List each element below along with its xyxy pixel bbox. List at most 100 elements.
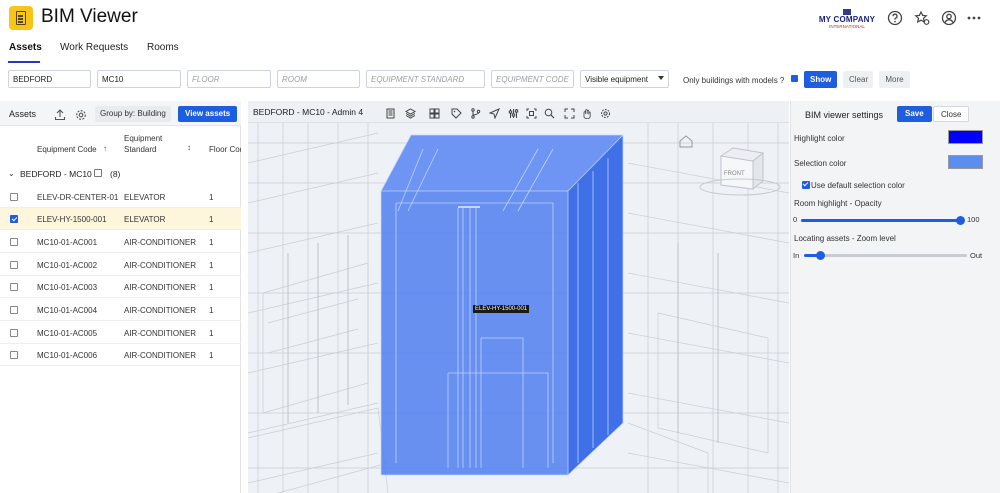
export-icon[interactable]: [54, 108, 66, 121]
clear-button[interactable]: Clear: [843, 71, 873, 88]
group-label: BEDFORD - MC10: [20, 169, 92, 179]
only-buildings-checkbox[interactable]: [791, 75, 798, 82]
zoom-slider-track[interactable]: [804, 254, 967, 257]
sort-ascending-icon[interactable]: ↑: [103, 144, 107, 153]
grid-icon[interactable]: [429, 106, 440, 119]
pan-icon[interactable]: [581, 106, 592, 119]
more-button[interactable]: More: [879, 71, 910, 88]
group-row-bedford-mc10[interactable]: ⌄ BEDFORD - MC10 (8): [0, 165, 241, 183]
selection-color-swatch[interactable]: [948, 155, 983, 169]
zoom-slider-handle[interactable]: [816, 251, 826, 260]
zoom-level-label: Locating assets - Zoom level: [794, 234, 896, 243]
active-tab-indicator: [8, 61, 40, 63]
group-count: (8): [110, 169, 121, 179]
model-canvas[interactable]: FRONT ELEV-HY-1500-001: [248, 123, 789, 493]
row-checkbox[interactable]: [10, 215, 18, 223]
table-row[interactable]: ELEV-HY-1500-001 ELEVATOR 1: [0, 208, 241, 230]
table-row[interactable]: ELEV-DR-CENTER-01 ELEVATOR 1: [0, 186, 241, 208]
col-floor-code[interactable]: Floor Cod: [209, 145, 241, 155]
table-row[interactable]: MC10-01-AC002 AIR-CONDITIONER 1: [0, 254, 241, 276]
fullscreen-icon[interactable]: [564, 106, 575, 119]
equipment-standard-cell: AIR-CONDITIONER: [124, 261, 196, 270]
floor-cell: 1: [209, 306, 214, 315]
col-equipment-standard-line2[interactable]: Standard: [124, 145, 156, 155]
group-checkbox[interactable]: [94, 169, 102, 177]
table-row[interactable]: MC10-01-AC006 AIR-CONDITIONER 1: [0, 344, 241, 366]
bim-viewer-settings-panel: BIM viewer settings Save Close Highlight…: [790, 101, 1000, 493]
floor-code-field[interactable]: MC10: [97, 70, 181, 88]
viewer-settings-icon[interactable]: [600, 106, 611, 118]
settings-icon[interactable]: [75, 108, 87, 120]
row-checkbox[interactable]: [10, 306, 18, 314]
branch-icon[interactable]: [470, 106, 481, 119]
table-row[interactable]: MC10-01-AC005 AIR-CONDITIONER 1: [0, 322, 241, 344]
row-checkbox[interactable]: [10, 261, 18, 269]
navigate-icon[interactable]: [488, 106, 500, 120]
selected-asset-label: ELEV-HY-1500-001: [473, 305, 530, 313]
show-button[interactable]: Show: [804, 71, 837, 88]
chevron-down-icon: [658, 76, 664, 80]
assets-panel-title: Assets: [9, 109, 37, 119]
floor-cell: 1: [209, 215, 214, 224]
zoom-icon[interactable]: [544, 106, 555, 119]
opacity-slider-fill: [801, 219, 960, 222]
visibility-select[interactable]: Visible equipment: [580, 70, 669, 88]
assets-panel: Assets Group by: Building View assets Eq…: [0, 101, 241, 493]
row-checkbox[interactable]: [10, 193, 18, 201]
app-logo-icon: [9, 6, 33, 30]
tab-rooms[interactable]: Rooms: [147, 42, 179, 53]
equipment-code-cell: MC10-01-AC005: [37, 329, 98, 338]
chevron-down-icon[interactable]: ⌄: [8, 169, 15, 178]
opacity-slider-handle[interactable]: [956, 216, 965, 225]
company-subtitle: INTERNATIONAL: [829, 24, 865, 29]
only-buildings-label: Only buildings with models ?: [683, 76, 785, 85]
equipment-standard-cell: AIR-CONDITIONER: [124, 283, 196, 292]
row-checkbox[interactable]: [10, 351, 18, 359]
sliders-icon[interactable]: [508, 106, 519, 118]
more-icon[interactable]: [966, 10, 982, 26]
user-icon[interactable]: [941, 10, 957, 26]
table-row[interactable]: MC10-01-AC004 AIR-CONDITIONER 1: [0, 299, 241, 321]
crop-icon[interactable]: [526, 106, 537, 119]
row-checkbox[interactable]: [10, 238, 18, 246]
layers-icon[interactable]: [385, 106, 396, 119]
equipment-code-cell: ELEV-DR-CENTER-01: [37, 193, 119, 202]
row-checkbox[interactable]: [10, 283, 18, 291]
settings-title: BIM viewer settings: [805, 110, 884, 120]
equipment-standard-field[interactable]: EQUIPMENT STANDARD: [366, 70, 485, 88]
equipment-standard-cell: AIR-CONDITIONER: [124, 306, 196, 315]
highlight-color-swatch[interactable]: [948, 130, 983, 144]
row-checkbox[interactable]: [10, 329, 18, 337]
settings-close-button[interactable]: Close: [933, 106, 970, 122]
floor-field[interactable]: FLOOR: [187, 70, 271, 88]
highlight-color-label: Highlight color: [794, 134, 845, 143]
view-assets-button[interactable]: View assets: [178, 106, 238, 122]
equipment-standard-cell: AIR-CONDITIONER: [124, 238, 196, 247]
group-by-button[interactable]: Group by: Building: [95, 106, 171, 122]
visibility-select-value: Visible equipment: [585, 75, 649, 84]
tab-assets[interactable]: Assets: [9, 42, 42, 53]
col-equipment-code[interactable]: Equipment Code: [37, 145, 97, 155]
room-field[interactable]: ROOM: [277, 70, 360, 88]
tab-work-requests[interactable]: Work Requests: [60, 42, 128, 53]
equipment-standard-cell: AIR-CONDITIONER: [124, 351, 196, 360]
equipment-standard-cell: ELEVATOR: [124, 215, 166, 224]
opacity-max-label: 100: [967, 215, 980, 224]
col-equipment-standard-line1[interactable]: Equipment: [124, 134, 162, 144]
table-row[interactable]: MC10-01-AC003 AIR-CONDITIONER 1: [0, 276, 241, 298]
tag-icon[interactable]: [451, 106, 462, 119]
equipment-code-field[interactable]: EQUIPMENT CODE: [491, 70, 574, 88]
settings-save-button[interactable]: Save: [897, 106, 932, 122]
app-title: BIM Viewer: [41, 6, 138, 27]
equipment-code-cell: MC10-01-AC001: [37, 238, 98, 247]
table-row[interactable]: MC10-01-AC001 AIR-CONDITIONER 1: [0, 231, 241, 253]
bim-viewer-app: BIM Viewer MY COMPANY INTERNATIONAL Asse…: [0, 0, 1000, 493]
help-icon[interactable]: [887, 10, 903, 26]
company-logo: MY COMPANY INTERNATIONAL: [818, 9, 876, 31]
use-default-selection-checkbox[interactable]: [802, 181, 810, 189]
model-icon[interactable]: [404, 106, 417, 119]
equipment-code-cell: MC10-01-AC004: [37, 306, 98, 315]
sort-toggle-icon[interactable]: ↕: [187, 143, 191, 152]
favorites-icon[interactable]: [914, 10, 930, 26]
building-field[interactable]: BEDFORD: [8, 70, 91, 88]
